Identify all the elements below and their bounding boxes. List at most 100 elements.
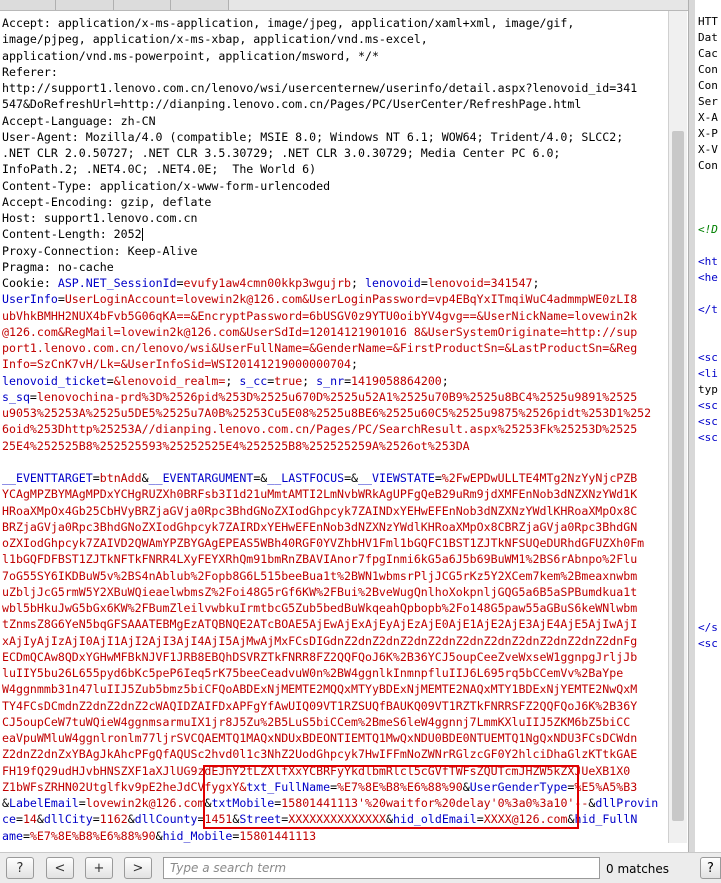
tab-raw[interactable] (0, 0, 56, 10)
tab-headers[interactable] (114, 0, 171, 10)
tab-hex[interactable] (171, 0, 229, 10)
request-token: FH19fQ29udHJvbHNSZXF1aXJlUG9zdEJhY2tLZXl… (2, 763, 631, 778)
response-pane[interactable]: HTT Dat Cac Con Con Ser X-A X-P X-V Con <!D <ht <he <… (695, 0, 721, 852)
request-line: wbl5bHkuJwG5bGx6KW%2FBumZleilvwbkuIrmtbc… (2, 600, 637, 616)
request-token: dllProvin (595, 796, 659, 810)
request-token: Z1bWFsZRHN02Utglfkv9pE2heJdCVfygxY& (2, 779, 247, 794)
request-token: Host: support1.lenovo.com.cn (2, 211, 198, 225)
request-token: XXXX@126.com (483, 812, 568, 827)
response-line: </t (698, 303, 718, 316)
request-token: = (420, 276, 428, 290)
request-token: xAjIyAjIzAjI0AjI1AjI2AjI3AjI4AjI5AjMwAjM… (2, 633, 638, 648)
request-line: lenovoid_ticket=&lenovoid_realm=; s_cc=t… (2, 373, 449, 389)
request-line: BRZjaGVja0Rpc3BhdGNoZXIodGhpcyk7ZAIRDxYE… (2, 519, 637, 535)
request-token: = (15, 812, 23, 827)
request-token: ame (2, 828, 23, 843)
scroll-thumb[interactable] (672, 131, 684, 821)
request-token: = (57, 292, 65, 307)
request-token: UserLoginAccount=lovewin2k@126.com&UserL… (64, 292, 638, 307)
request-token: 1162 (99, 812, 128, 827)
response-help-button[interactable]: ? (700, 857, 721, 879)
request-line: Accept: application/x-ms-application, im… (2, 15, 574, 31)
request-line: InfoPath.2; .NET4.0C; .NET4.0E; The Worl… (2, 161, 316, 177)
request-token: lenovoid_ticket (2, 373, 107, 388)
response-line: Cac (698, 47, 718, 60)
request-token: Referer: (2, 64, 58, 79)
request-token: 15801441113 (239, 828, 317, 843)
request-token: = (176, 276, 184, 290)
request-token: ; (532, 276, 540, 290)
request-token: Pragma: no-cache (2, 259, 114, 274)
help-button[interactable]: ? (6, 857, 34, 879)
response-line: <he (698, 271, 718, 284)
request-token: = (92, 812, 100, 827)
request-line: http://support1.lenovo.com.cn/lenovo/wsi… (2, 80, 637, 96)
request-token: 14 (22, 812, 37, 827)
request-line: luIIY5bu26L655pyd6bKc5peP6Ieq5rK75beeCea… (2, 665, 623, 681)
request-token: %E7%8E%B8%E6%88%90 (29, 828, 156, 843)
request-token: true (274, 373, 303, 388)
request-line: xAjIyAjIzAjI0AjI1AjI2AjI3AjI4AjI5AjMwAjM… (2, 633, 637, 649)
tab-params[interactable] (56, 0, 114, 10)
request-token: & (2, 796, 9, 810)
request-token: __EVENTTARGET (2, 471, 93, 485)
request-token: =& (253, 471, 268, 485)
request-token: s_sq (2, 389, 30, 404)
request-token: ECDmQCAw8QDxYGHwMFBkNJVF1JRB8EBQhDSVRZTk… (2, 649, 638, 664)
request-line: s_sq=lenovochina-prd%3D%2526pid%253D%252… (2, 389, 637, 405)
request-token: User-Agent: Mozilla/4.0 (compatible; MSI… (2, 129, 624, 144)
response-line: X-P (698, 127, 718, 140)
request-token: Z2dnZ2dnZxYBAgJkAhcPFgQfAQUSc2hvd0l1c3Nh… (2, 747, 638, 762)
request-line: &LabelEmail=lovewin2k@126.com&txtMobile=… (2, 795, 658, 811)
request-token: ASP.NET_SessionId (57, 276, 177, 290)
request-line: FH19fQ29udHJvbHNSZXF1aXJlUG9zdEJhY2tLZXl… (2, 763, 630, 779)
request-token: = (22, 828, 30, 843)
request-token: &lenovoid_realm= (113, 373, 226, 388)
response-line: X-V (698, 143, 718, 156)
request-line: image/pjpeg, application/x-ms-xbap, appl… (2, 31, 428, 47)
request-token: = (106, 373, 114, 388)
request-token: lenovoid=341547 (427, 276, 533, 290)
request-token: = (476, 812, 484, 827)
response-line: <sc (698, 351, 718, 364)
request-line: oZXIodGhpcyk7ZAIVD2QWAmYPZBYGAgEPEAS5WBh… (2, 535, 644, 551)
request-token: @126.com&RegMail=lovewin2k@126.com&UserS… (2, 324, 638, 339)
request-line: port1.lenovo.com.cn/lenovo/wsi&UserFullN… (2, 340, 637, 356)
request-line: TY4FCsDCmdnZ2dnZ2dnZ2cWAQIDZAIFDxAPFgYfA… (2, 698, 637, 714)
request-editor[interactable]: Accept: application/x-ms-application, im… (0, 11, 668, 843)
request-line: application/vnd.ms-powerpoint, applicati… (2, 48, 379, 64)
request-token: Content-Length: 2052 (2, 227, 142, 242)
request-token: 25E4%252525B8%252525593%25252525E4%25252… (2, 438, 470, 453)
request-line: HRoaXMpOx4Gb25CbHVyBRZjaGVja0Rpc3BhdGNoZ… (2, 503, 637, 519)
request-token: %2FwEPDwULLTE4MTg2NzYyNjcPZB (441, 471, 638, 485)
request-token: InfoPath.2; .NET4.0C; .NET4.0E; The Worl… (2, 162, 317, 177)
vertical-scrollbar[interactable] (668, 11, 687, 843)
request-token: __EVENTARGUMENT (148, 471, 254, 485)
request-token: %E7%8E%B8%E6%88%90 (337, 779, 463, 794)
prev-match-button[interactable]: < (46, 857, 74, 879)
request-line: __EVENTTARGET=btnAdd&__EVENTARGUMENT=&__… (2, 470, 637, 486)
request-line: 547&DoRefreshUrl=http://dianping.lenovo.… (2, 96, 581, 112)
next-match-button[interactable]: > (124, 857, 152, 879)
request-token: wbl5bHkuJwG5bGx6KW%2FBumZleilvwbkuIrmtbc… (2, 601, 638, 615)
request-token: eaVpuWMluW4ggnlronlm77ljrSVCQAEMTQ1MAQxN… (2, 731, 638, 745)
request-token: =& (344, 471, 359, 485)
request-line: @126.com&RegMail=lovewin2k@126.com&UserS… (2, 324, 637, 340)
request-line: ubVhkBMHH2NUX4bFvb5G06qKA==&EncryptPassw… (2, 308, 637, 324)
request-token: ; (302, 373, 317, 388)
request-token: btnAdd (99, 471, 142, 485)
response-line: <ht (698, 255, 718, 268)
search-input[interactable] (163, 857, 600, 879)
add-button[interactable]: + (85, 857, 113, 879)
match-count: 0 matches (606, 862, 670, 876)
request-token: 1451 (204, 812, 233, 827)
request-token: __VIEWSTATE (358, 471, 435, 485)
request-token: & (141, 471, 149, 485)
request-token: ; (351, 357, 358, 372)
request-token: & (36, 812, 44, 827)
request-token: hid_Mobile (162, 828, 233, 843)
request-token: CJ5oupCeW7tuWQieW4ggnmsarmuIX1jr8J5Zu%2B… (2, 714, 631, 729)
request-token: YCAgMPZBYMAgMPDxYCHgRUZXh0BRFsb3I1d21uMm… (2, 487, 638, 502)
response-line: <sc (698, 399, 718, 412)
request-line: Content-Type: application/x-www-form-url… (2, 178, 330, 194)
